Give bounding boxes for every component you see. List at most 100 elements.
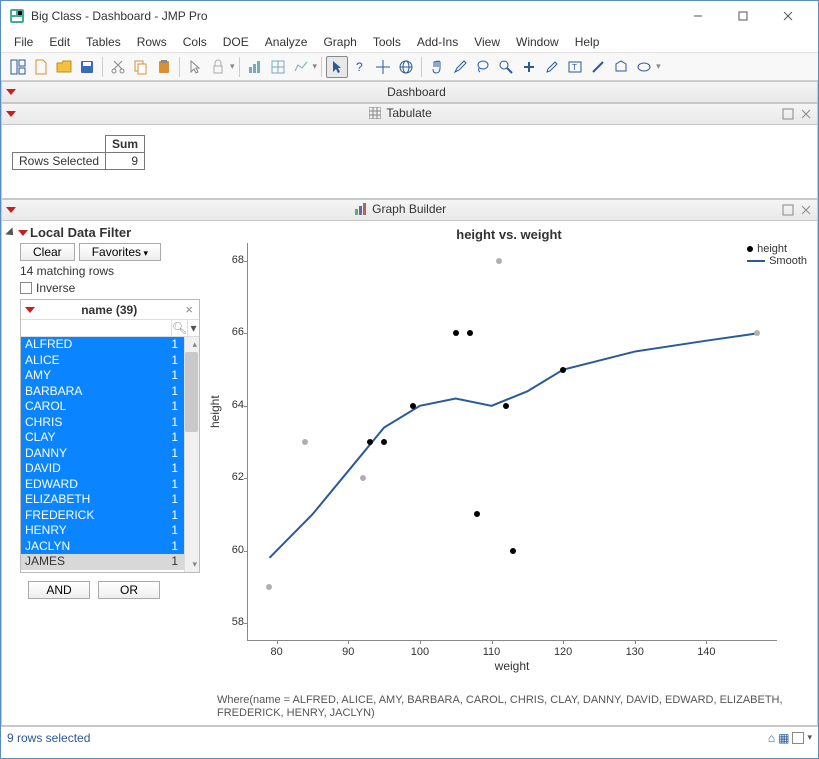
menu-add-ins[interactable]: Add-Ins [410, 33, 465, 51]
tb-zoom-icon[interactable] [495, 56, 517, 78]
menu-file[interactable]: File [7, 33, 40, 51]
tb-lasso-icon[interactable] [472, 56, 494, 78]
tb-line-icon[interactable] [587, 56, 609, 78]
data-point[interactable] [367, 439, 373, 445]
menu-graph[interactable]: Graph [316, 33, 363, 51]
status-dropdown-icon[interactable]: ▾ [807, 732, 812, 743]
status-icon-2[interactable]: ▦ [778, 731, 789, 745]
tb-copy-icon[interactable] [130, 56, 152, 78]
status-box-icon[interactable] [792, 732, 804, 744]
tb-arrow-tool-icon[interactable] [326, 56, 348, 78]
data-point[interactable] [360, 475, 366, 481]
scroll-up-icon[interactable]: ▴ [192, 339, 197, 350]
red-triangle-icon[interactable] [18, 230, 28, 236]
list-item[interactable]: ALICE1 [21, 353, 184, 369]
x-tick-label: 90 [333, 646, 363, 658]
list-item[interactable]: ELIZABETH1 [21, 492, 184, 508]
tb-layout-icon[interactable] [7, 56, 29, 78]
tb-polygon-icon[interactable] [610, 56, 632, 78]
tb-plus-icon[interactable] [518, 56, 540, 78]
close-button[interactable] [765, 2, 810, 30]
disclosure-icon[interactable] [6, 111, 16, 117]
list-item[interactable]: AMY1 [21, 368, 184, 384]
menu-tools[interactable]: Tools [366, 33, 408, 51]
favorites-button[interactable]: Favorites [79, 243, 161, 261]
clear-button[interactable]: Clear [20, 243, 75, 261]
tb-text-icon[interactable]: T [564, 56, 586, 78]
disclosure-icon[interactable] [6, 89, 16, 95]
menu-doe[interactable]: DOE [216, 33, 256, 51]
tb-globe-icon[interactable] [395, 56, 417, 78]
list-item[interactable]: CLAY1 [21, 430, 184, 446]
tb-cut-icon[interactable] [107, 56, 129, 78]
tb-new-icon[interactable] [30, 56, 52, 78]
tb-lock-icon[interactable] [207, 56, 229, 78]
close-icon[interactable]: × [183, 302, 195, 317]
tb-brush-icon[interactable] [449, 56, 471, 78]
data-point[interactable] [560, 367, 566, 373]
scrollbar-thumb[interactable] [185, 352, 198, 432]
menu-rows[interactable]: Rows [130, 33, 174, 51]
scroll-down-icon[interactable]: ▾ [192, 559, 197, 570]
list-item[interactable]: JACLYN1 [21, 539, 184, 555]
tb-crosshair-icon[interactable] [372, 56, 394, 78]
maximize-button[interactable] [720, 2, 765, 30]
menu-view[interactable]: View [467, 33, 507, 51]
tb-ellipse-icon[interactable] [633, 56, 655, 78]
list-item[interactable]: DAVID1 [21, 461, 184, 477]
red-triangle-icon[interactable] [25, 307, 35, 313]
data-point[interactable] [503, 403, 509, 409]
tb-chart1-icon[interactable] [244, 56, 266, 78]
data-point[interactable] [496, 258, 502, 264]
popout-icon[interactable] [781, 107, 795, 121]
list-item[interactable]: FREDERICK1 [21, 508, 184, 524]
data-point[interactable] [410, 403, 416, 409]
inverse-checkbox[interactable] [20, 282, 32, 294]
plot-area[interactable]: 5860626466688090100110120130140 [247, 243, 777, 641]
and-button[interactable]: AND [28, 581, 90, 599]
disclosure-icon[interactable] [5, 227, 16, 238]
tb-chart3-icon[interactable] [290, 56, 312, 78]
menu-edit[interactable]: Edit [42, 33, 77, 51]
x-tick-label: 140 [691, 646, 721, 658]
list-item[interactable]: EDWARD1 [21, 477, 184, 493]
menu-help[interactable]: Help [568, 33, 607, 51]
list-item[interactable]: DANNY1 [21, 446, 184, 462]
list-item[interactable]: ALFRED1 [21, 337, 184, 353]
chevron-down-icon[interactable]: ▾ [187, 320, 199, 336]
list-item[interactable]: CAROL1 [21, 399, 184, 415]
statusbar: 9 rows selected ⌂ ▦ ▾ [1, 726, 818, 748]
tb-open-icon[interactable] [53, 56, 75, 78]
data-point[interactable] [510, 548, 516, 554]
tb-cursor-icon[interactable] [184, 56, 206, 78]
menu-analyze[interactable]: Analyze [258, 33, 315, 51]
status-icon-1[interactable]: ⌂ [768, 731, 775, 745]
search-input[interactable] [21, 320, 171, 336]
menu-tables[interactable]: Tables [79, 33, 128, 51]
tb-paste-icon[interactable] [153, 56, 175, 78]
y-tick-label: 66 [218, 326, 244, 338]
close-icon[interactable] [799, 107, 813, 121]
menu-window[interactable]: Window [509, 33, 566, 51]
tb-pencil-icon[interactable] [541, 56, 563, 78]
tb-save-icon[interactable] [76, 56, 98, 78]
list-item[interactable]: BARBARA1 [21, 384, 184, 400]
popout-icon[interactable] [781, 203, 795, 217]
menu-cols[interactable]: Cols [176, 33, 214, 51]
disclosure-icon[interactable] [6, 207, 16, 213]
tb-chart2-icon[interactable] [267, 56, 289, 78]
list-item[interactable]: HENRY1 [21, 523, 184, 539]
list-item[interactable]: CHRIS1 [21, 415, 184, 431]
search-icon[interactable]: 🔍︎ [171, 320, 187, 336]
y-tick-label: 60 [218, 544, 244, 556]
list-item[interactable]: JAMES1 [21, 554, 184, 570]
tb-hand-icon[interactable] [426, 56, 448, 78]
tb-help-icon[interactable]: ? [349, 56, 371, 78]
name-list[interactable]: ▴ ▾ ALFRED1ALICE1AMY1BARBARA1CAROL1CHRIS… [21, 337, 199, 572]
or-button[interactable]: OR [98, 581, 160, 599]
where-clause: Where(name = ALFRED, ALICE, AMY, BARBARA… [217, 694, 807, 722]
chart-title: height vs. weight [207, 227, 811, 242]
close-icon[interactable] [799, 203, 813, 217]
minimize-button[interactable] [675, 2, 720, 30]
scrollbar[interactable]: ▴ ▾ [184, 337, 199, 572]
